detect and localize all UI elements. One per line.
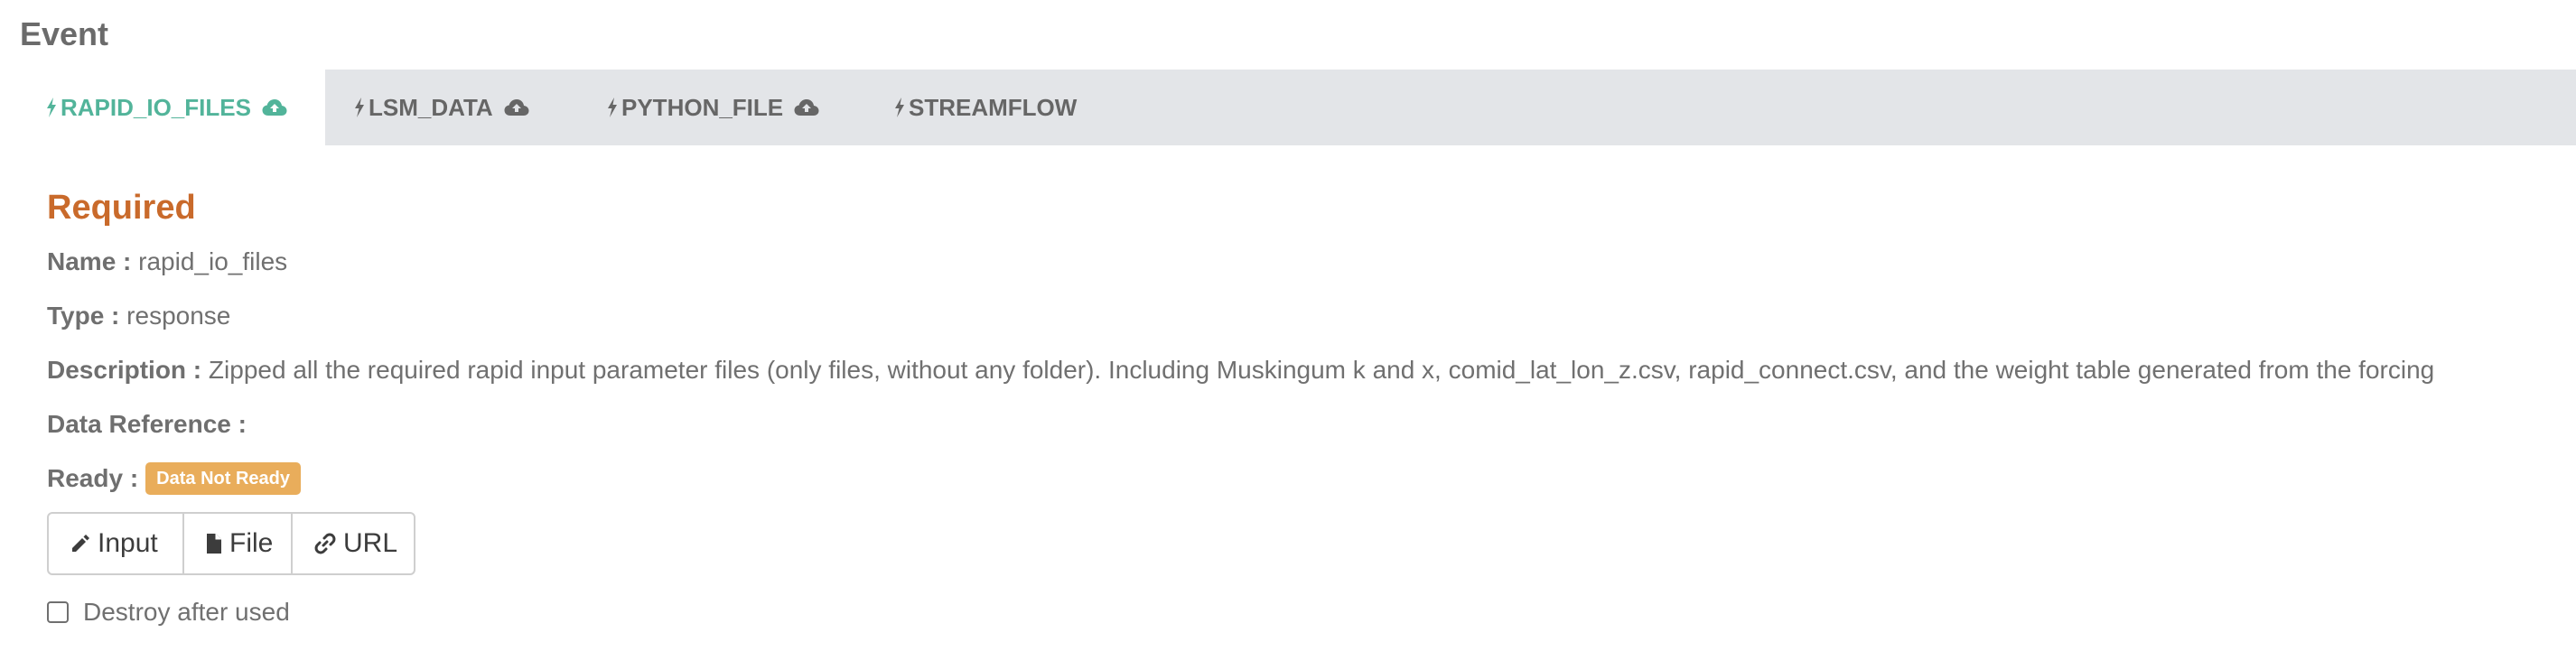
data-source-button-group: Input File URL — [47, 512, 415, 575]
destroy-checkbox[interactable] — [47, 601, 69, 623]
destroy-label: Destroy after used — [83, 598, 290, 626]
page-title: Event — [20, 15, 109, 52]
cloud-upload-icon — [504, 98, 529, 116]
tab-streamflow[interactable]: STREAMFLOW — [894, 70, 1077, 145]
status-badge: Data Not Ready — [145, 462, 301, 495]
data-reference-label: Data Reference : — [47, 410, 247, 438]
cloud-upload-icon — [262, 98, 287, 116]
name-value: rapid_io_files — [138, 247, 288, 275]
destroy-option: Destroy after used — [47, 594, 290, 630]
ready-row: Ready : Data Not Ready — [47, 461, 301, 497]
pencil-icon — [70, 534, 90, 554]
type-label: Type : — [47, 302, 120, 330]
file-button[interactable]: File — [182, 514, 291, 573]
bolt-icon — [46, 98, 57, 117]
tab-bar: RAPID_IO_FILES LSM_DATA PYTHON_FILE STRE… — [20, 70, 2576, 145]
file-button-label: File — [229, 528, 274, 558]
url-button[interactable]: URL — [291, 514, 414, 573]
tab-label: RAPID_IO_FILES — [61, 93, 251, 121]
bolt-icon — [894, 98, 905, 117]
bolt-icon — [354, 98, 365, 117]
url-button-label: URL — [343, 528, 398, 558]
cloud-upload-icon — [794, 98, 819, 116]
page: Event RAPID_IO_FILES LSM_DATA PYTHON_FIL… — [0, 0, 2576, 670]
tab-rapid-io-files[interactable]: RAPID_IO_FILES — [20, 70, 325, 145]
link-icon — [314, 533, 336, 554]
name-label: Name : — [47, 247, 132, 275]
tab-label: STREAMFLOW — [909, 93, 1078, 121]
bolt-icon — [607, 98, 618, 117]
tab-lsm-data[interactable]: LSM_DATA — [354, 70, 529, 145]
file-icon — [206, 533, 222, 554]
description-label: Description : — [47, 356, 202, 384]
type-value: response — [126, 302, 231, 330]
section-title: Required — [47, 189, 196, 227]
tab-python-file[interactable]: PYTHON_FILE — [607, 70, 819, 145]
type-row: Type : response — [47, 298, 230, 334]
tab-label: PYTHON_FILE — [621, 93, 784, 121]
data-reference-row: Data Reference : — [47, 406, 247, 442]
description-row: Description : Zipped all the required ra… — [47, 352, 2434, 388]
name-row: Name : rapid_io_files — [47, 244, 287, 280]
input-button[interactable]: Input — [49, 514, 182, 573]
ready-label: Ready : — [47, 464, 139, 492]
input-button-label: Input — [98, 528, 158, 558]
tab-label: LSM_DATA — [369, 93, 493, 121]
description-value: Zipped all the required rapid input para… — [208, 356, 2435, 384]
